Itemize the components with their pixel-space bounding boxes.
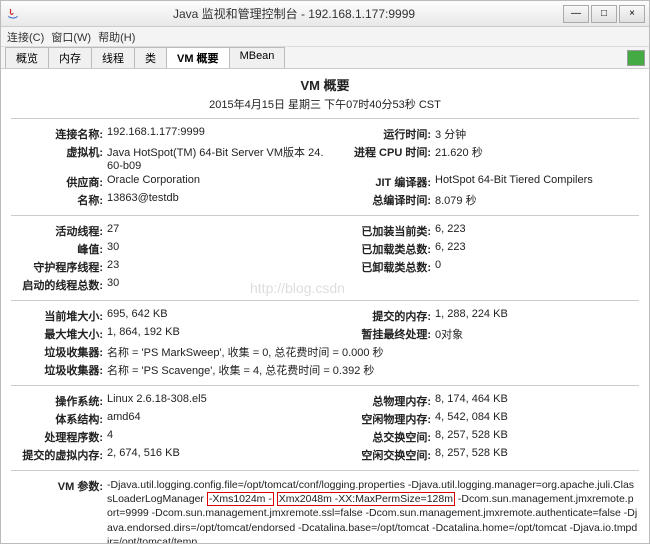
value-pmem: 8, 174, 464 KB	[435, 393, 639, 405]
value-daemon: 23	[107, 259, 325, 271]
label-loaded: 已加装当前类:	[325, 223, 435, 239]
value-peak: 30	[107, 241, 325, 253]
value-tswap: 8, 257, 528 KB	[435, 429, 639, 441]
value-total-loaded: 6, 223	[435, 241, 639, 253]
tab-overview[interactable]: 概览	[5, 47, 49, 68]
tab-classes[interactable]: 类	[134, 47, 167, 68]
value-proc: 4	[107, 429, 325, 441]
label-tswap: 总交换空间:	[325, 429, 435, 445]
tab-vm-summary[interactable]: VM 概要	[166, 47, 230, 68]
tab-threads[interactable]: 线程	[91, 47, 135, 68]
label-compile: 总编译时间:	[325, 192, 435, 208]
value-os: Linux 2.6.18-308.el5	[107, 393, 325, 405]
label-vm-args: VM 参数:	[11, 478, 107, 494]
page-title: VM 概要	[11, 75, 639, 94]
value-unloaded: 0	[435, 259, 639, 271]
label-pending: 暂挂最终处理:	[325, 326, 435, 342]
label-uptime: 运行时间:	[325, 126, 435, 142]
label-proc: 处理程序数:	[11, 429, 107, 445]
connect-indicator-icon[interactable]	[627, 50, 645, 66]
value-conn-name: 192.168.1.177:9999	[107, 126, 325, 138]
label-cvm: 提交的虚拟内存:	[11, 447, 107, 463]
value-live-threads: 27	[107, 223, 325, 235]
menu-window[interactable]: 窗口(W)	[51, 29, 91, 45]
label-started: 启动的线程总数:	[11, 277, 107, 293]
value-vm-args: -Djava.util.logging.config.file=/opt/tom…	[107, 478, 639, 543]
page-date: 2015年4月15日 星期三 下午07时40分53秒 CST	[11, 96, 639, 112]
label-gc1: 垃圾收集器:	[11, 344, 107, 360]
maximize-button[interactable]: □	[591, 5, 617, 23]
label-peak: 峰值:	[11, 241, 107, 257]
menubar: 连接(C) 窗口(W) 帮助(H)	[1, 27, 649, 47]
value-gc1: 名称 = 'PS MarkSweep', 收集 = 0, 总花费时间 = 0.0…	[107, 344, 639, 360]
highlight-xmx: Xmx2048m -XX:MaxPermSize=128m	[277, 492, 455, 506]
tab-memory[interactable]: 内存	[48, 47, 92, 68]
label-fmem: 空闲物理内存:	[325, 411, 435, 427]
value-name: 13863@testdb	[107, 192, 325, 204]
menu-help[interactable]: 帮助(H)	[98, 29, 135, 45]
value-vendor: Oracle Corporation	[107, 174, 325, 186]
label-cpu: 进程 CPU 时间:	[325, 144, 435, 160]
close-button[interactable]: ×	[619, 5, 645, 23]
value-compile: 8.079 秒	[435, 192, 639, 208]
content-pane: http://blog.csdn VM 概要 2015年4月15日 星期三 下午…	[1, 69, 649, 543]
minimize-button[interactable]: —	[563, 5, 589, 23]
value-loaded: 6, 223	[435, 223, 639, 235]
value-cpu: 21.620 秒	[435, 144, 639, 160]
label-conn-name: 连接名称:	[11, 126, 107, 142]
label-live-threads: 活动线程:	[11, 223, 107, 239]
label-gc2: 垃圾收集器:	[11, 362, 107, 378]
value-vm: Java HotSpot(TM) 64-Bit Server VM版本 24.6…	[107, 144, 325, 172]
label-total-loaded: 已加载类总数:	[325, 241, 435, 257]
label-jit: JIT 编译器:	[325, 174, 435, 190]
label-daemon: 守护程序线程:	[11, 259, 107, 275]
label-cur-heap: 当前堆大小:	[11, 308, 107, 324]
value-arch: amd64	[107, 411, 325, 423]
highlight-xms: -Xms1024m -	[207, 492, 274, 506]
window-title: Java 监视和管理控制台 - 192.168.1.177:9999	[25, 5, 563, 22]
titlebar: Java 监视和管理控制台 - 192.168.1.177:9999 — □ ×	[1, 1, 649, 27]
value-cur-heap: 695, 642 KB	[107, 308, 325, 320]
label-fswap: 空闲交换空间:	[325, 447, 435, 463]
label-vendor: 供应商:	[11, 174, 107, 190]
value-fswap: 8, 257, 528 KB	[435, 447, 639, 459]
value-gc2: 名称 = 'PS Scavenge', 收集 = 4, 总花费时间 = 0.39…	[107, 362, 639, 378]
value-started: 30	[107, 277, 325, 289]
value-fmem: 4, 542, 084 KB	[435, 411, 639, 423]
menu-connect[interactable]: 连接(C)	[7, 29, 44, 45]
label-unloaded: 已卸载类总数:	[325, 259, 435, 275]
label-committed: 提交的内存:	[325, 308, 435, 324]
tab-bar: 概览 内存 线程 类 VM 概要 MBean	[1, 47, 649, 69]
java-icon	[5, 6, 21, 22]
label-pmem: 总物理内存:	[325, 393, 435, 409]
value-committed: 1, 288, 224 KB	[435, 308, 639, 320]
value-cvm: 2, 674, 516 KB	[107, 447, 325, 459]
label-max-heap: 最大堆大小:	[11, 326, 107, 342]
label-vm: 虚拟机:	[11, 144, 107, 160]
value-max-heap: 1, 864, 192 KB	[107, 326, 325, 338]
label-arch: 体系结构:	[11, 411, 107, 427]
value-pending: 0对象	[435, 326, 639, 342]
label-name: 名称:	[11, 192, 107, 208]
value-uptime: 3 分钟	[435, 126, 639, 142]
label-os: 操作系统:	[11, 393, 107, 409]
value-jit: HotSpot 64-Bit Tiered Compilers	[435, 174, 639, 186]
tab-mbeans[interactable]: MBean	[229, 47, 286, 68]
